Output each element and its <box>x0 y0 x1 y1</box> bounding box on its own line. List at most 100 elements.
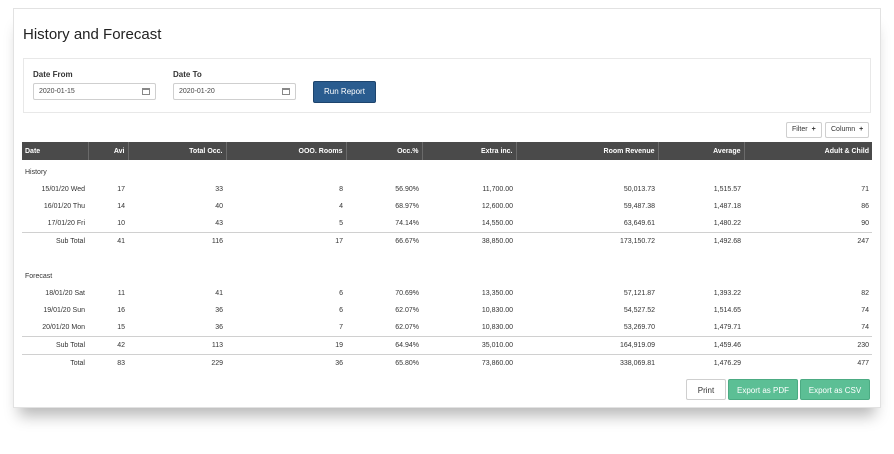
table-row: 15/01/20 Wed 17 33 8 56.90% 11,700.00 50,013.7… <box>22 181 872 198</box>
plus-icon: + <box>811 126 816 133</box>
cell-adult-child: 71 <box>861 186 869 193</box>
cell-total-occ: 36 <box>215 307 223 314</box>
cell-room-revenue: 338,069.81 <box>516 354 658 372</box>
date-from-value: 2020-01-15 <box>39 88 75 95</box>
cell-date: 15/01/20 Wed <box>41 186 85 193</box>
cell-adult-child: 477 <box>744 354 872 372</box>
cell-ooo-rooms: 8 <box>339 186 343 193</box>
col-header-extra-inc[interactable]: Extra inc. <box>422 142 517 160</box>
cell-avi: 14 <box>117 203 125 210</box>
cell-extra-inc: 13,350.00 <box>481 290 513 297</box>
cell-adult-child: 90 <box>861 220 869 227</box>
cell-occ-percent: 64.94% <box>346 336 422 355</box>
cell-extra-inc: 12,600.00 <box>481 203 513 210</box>
cell-adult-child: 74 <box>861 307 869 314</box>
cell-room-revenue: 57,121.87 <box>623 290 655 297</box>
cell-occ-percent: 62.07% <box>395 307 419 314</box>
table-row: 19/01/20 Sun 16 36 6 62.07% 10,830.00 54,527.5… <box>22 302 872 319</box>
cell-ooo-rooms: 6 <box>339 307 343 314</box>
cell-occ-percent: 66.67% <box>346 232 422 250</box>
export-csv-button[interactable]: Export as CSV <box>800 379 870 400</box>
cell-avi: 11 <box>117 290 125 297</box>
cell-avi: 16 <box>117 307 125 314</box>
cell-ooo-rooms: 19 <box>226 336 346 355</box>
cell-ooo-rooms: 5 <box>339 220 343 227</box>
cell-total-occ: 33 <box>215 186 223 193</box>
report-card: History and Forecast Date From 2020-01-1… <box>13 8 881 408</box>
date-to-label: Date To <box>173 70 202 79</box>
print-button[interactable]: Print <box>686 379 726 400</box>
cell-adult-child: 230 <box>744 336 872 355</box>
cell-room-revenue: 164,919.09 <box>516 336 658 355</box>
cell-average: 1,515.57 <box>713 186 741 193</box>
cell-average: 1,459.46 <box>658 336 744 355</box>
cell-date: 19/01/20 Sun <box>43 307 85 314</box>
cell-average: 1,479.71 <box>713 324 741 331</box>
cell-average: 1,480.22 <box>713 220 741 227</box>
filter-button-label: Filter <box>792 126 808 133</box>
col-header-adult-child[interactable]: Adult & Child <box>744 142 872 160</box>
cell-average: 1,476.29 <box>658 354 744 372</box>
cell-date: 17/01/20 Fri <box>47 220 85 227</box>
table-row: 18/01/20 Sat 11 41 6 70.69% 13,350.00 57,121.8… <box>22 285 872 302</box>
col-header-total-occ[interactable]: Total Occ. <box>128 142 227 160</box>
col-header-average[interactable]: Average <box>658 142 745 160</box>
cell-adult-child: 82 <box>861 290 869 297</box>
cell-ooo-rooms: 6 <box>339 290 343 297</box>
col-header-occ-percent[interactable]: Occ.% <box>346 142 423 160</box>
cell-total-occ: 113 <box>128 336 226 355</box>
cell-extra-inc: 10,830.00 <box>481 307 513 314</box>
cell-total-occ: 40 <box>215 203 223 210</box>
table-header-row: Date Avi Total Occ. OOO. Rooms Occ.% Ext… <box>22 142 872 160</box>
date-from-label: Date From <box>33 70 73 79</box>
cell-extra-inc: 38,850.00 <box>422 232 516 250</box>
table-row: 17/01/20 Fri 10 43 5 74.14% 14,550.00 63,649.6… <box>22 215 872 233</box>
run-report-button[interactable]: Run Report <box>313 81 376 103</box>
table-row: 16/01/20 Thu 14 40 4 68.97% 12,600.00 59,487.3… <box>22 198 872 215</box>
table-row: 20/01/20 Mon 15 36 7 62.07% 10,830.00 53,269.7… <box>22 319 872 337</box>
calendar-icon[interactable] <box>142 88 150 95</box>
spacer-row <box>22 250 872 264</box>
cell-ooo-rooms: 7 <box>339 324 343 331</box>
cell-occ-percent: 70.69% <box>395 290 419 297</box>
cell-avi: 42 <box>88 336 128 355</box>
cell-ooo-rooms: 36 <box>226 354 346 372</box>
cell-room-revenue: 50,013.73 <box>623 186 655 193</box>
column-button[interactable]: Column + <box>825 122 870 138</box>
date-from-input[interactable]: 2020-01-15 <box>33 83 156 100</box>
cell-date: 20/01/20 Mon <box>42 324 85 331</box>
cell-adult-child: 86 <box>861 203 869 210</box>
cell-avi: 83 <box>88 354 128 372</box>
cell-room-revenue: 53,269.70 <box>623 324 655 331</box>
cell-avi: 15 <box>117 324 125 331</box>
cell-avi: 10 <box>117 220 125 227</box>
filter-button[interactable]: Filter + <box>786 122 822 138</box>
cell-total-occ: 36 <box>215 324 223 331</box>
export-pdf-button[interactable]: Export as PDF <box>728 379 798 400</box>
calendar-icon[interactable] <box>282 88 290 95</box>
report-table: Date Avi Total Occ. OOO. Rooms Occ.% Ext… <box>22 142 872 372</box>
col-header-ooo-rooms[interactable]: OOO. Rooms <box>226 142 347 160</box>
forecast-subtotal-row: Sub Total 42 113 19 64.94% 35,010.00 164,919.0… <box>22 336 872 355</box>
col-header-room-revenue[interactable]: Room Revenue <box>516 142 659 160</box>
col-header-date[interactable]: Date <box>22 142 89 160</box>
cell-occ-percent: 74.14% <box>395 220 419 227</box>
cell-total-occ: 41 <box>215 290 223 297</box>
cell-avi: 41 <box>88 232 128 250</box>
cell-occ-percent: 65.80% <box>346 354 422 372</box>
date-to-input[interactable]: 2020-01-20 <box>173 83 296 100</box>
cell-ooo-rooms: 4 <box>339 203 343 210</box>
cell-occ-percent: 68.97% <box>395 203 419 210</box>
cell-average: 1,492.68 <box>658 232 744 250</box>
cell-room-revenue: 63,649.61 <box>623 220 655 227</box>
column-button-label: Column <box>831 126 856 133</box>
col-header-avi[interactable]: Avi <box>88 142 129 160</box>
cell-extra-inc: 35,010.00 <box>422 336 516 355</box>
cell-room-revenue: 173,150.72 <box>516 232 658 250</box>
cell-average: 1,393.22 <box>713 290 741 297</box>
cell-room-revenue: 54,527.52 <box>623 307 655 314</box>
cell-extra-inc: 10,830.00 <box>481 324 513 331</box>
cell-date: 18/01/20 Sat <box>45 290 85 297</box>
plus-icon: + <box>859 126 864 133</box>
cell-room-revenue: 59,487.38 <box>623 203 655 210</box>
